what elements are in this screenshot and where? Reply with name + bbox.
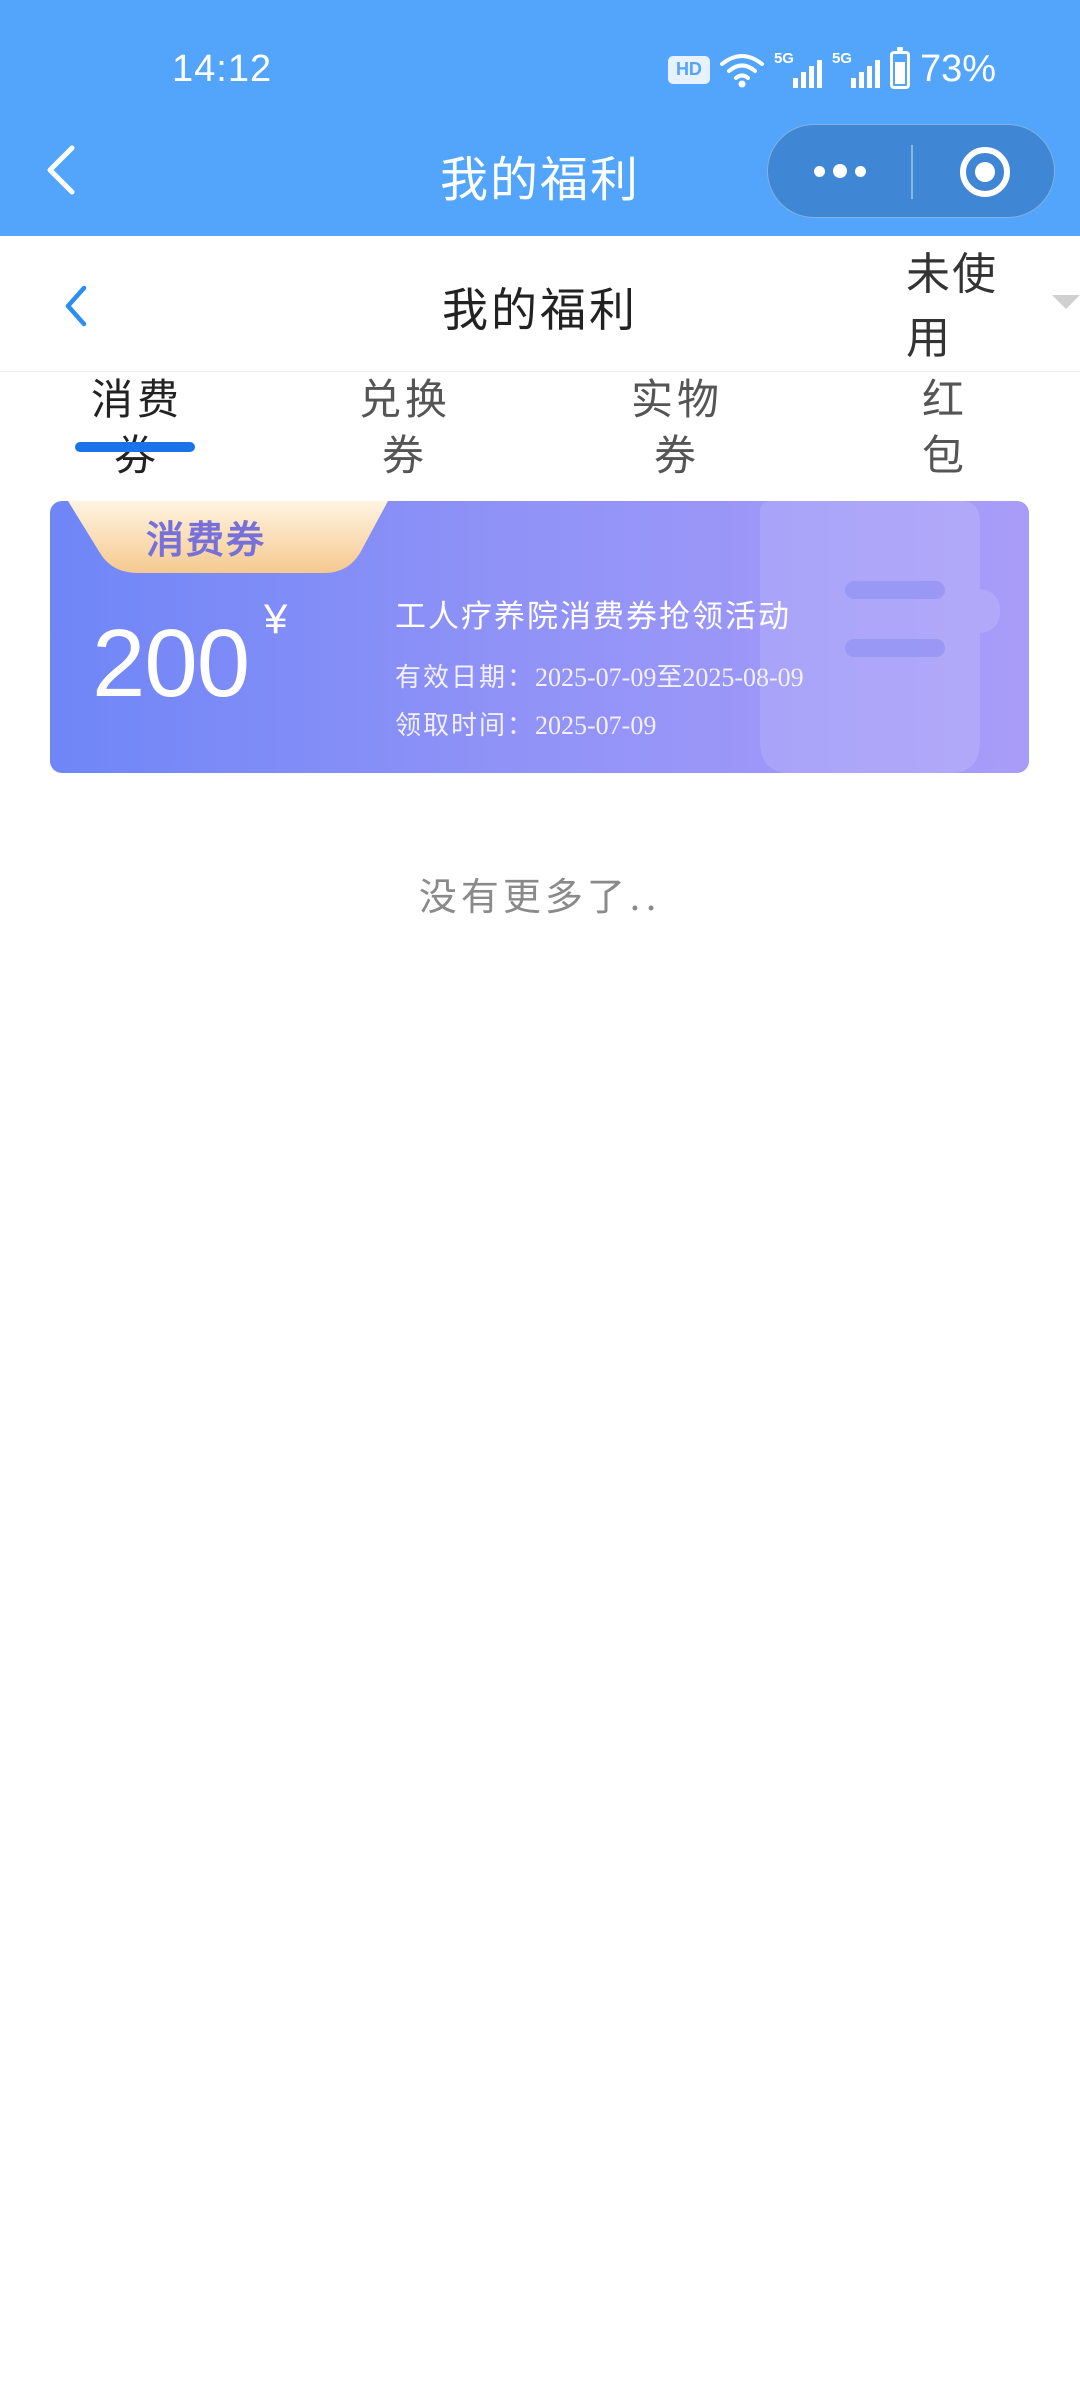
more-button[interactable]	[768, 125, 911, 217]
claim-time: 领取时间：2025-07-09	[395, 705, 656, 742]
tab-physical-coupon[interactable]: 实物券	[612, 372, 742, 480]
mini-program-capsule	[767, 124, 1055, 218]
network-type-label-2: 5G	[831, 49, 852, 67]
claim-time-value: 2025-07-09	[535, 711, 657, 740]
list-end-text: 没有更多了..	[418, 875, 662, 919]
capsule-divider	[911, 145, 913, 199]
status-time: 14:12	[172, 48, 273, 90]
top-bar: 14:12 HD 5G 5G 73% 我的福利	[0, 0, 1080, 236]
wifi-icon	[719, 53, 764, 87]
coupon-amount: 200	[92, 610, 250, 717]
tab-red-packet[interactable]: 红包	[900, 372, 990, 480]
caret-down-icon	[1052, 295, 1080, 309]
cellular-signal-icon: 5G	[774, 50, 822, 90]
claim-time-label: 领取时间：	[395, 711, 536, 741]
valid-period-label: 有效日期：	[395, 663, 536, 693]
status-icons: HD 5G 5G 73%	[667, 46, 996, 91]
network-type-label: 5G	[773, 49, 794, 67]
hd-voice-icon: HD	[667, 55, 710, 84]
page-header: 我的福利 未使用	[0, 236, 1080, 372]
valid-period: 有效日期：2025-07-09至2025-08-09	[395, 657, 804, 694]
tab-exchange-coupon[interactable]: 兑换券	[340, 372, 470, 480]
ticket-watermark-icon	[760, 501, 1000, 773]
target-circle-icon[interactable]	[958, 145, 1012, 199]
more-dots-icon	[813, 165, 825, 177]
cellular-signal-icon-2: 5G	[832, 50, 880, 90]
filter-value: 未使用	[906, 249, 998, 364]
coupon-type-tag: 消费券	[146, 518, 267, 562]
status-filter-dropdown[interactable]: 未使用	[906, 249, 1080, 364]
active-tab-indicator	[75, 442, 195, 452]
battery-percent: 73%	[919, 48, 996, 90]
battery-icon	[889, 46, 910, 89]
coupon-type-tabs: 消费券 兑换券 实物券 红包	[0, 372, 1080, 480]
valid-period-value: 2025-07-09至2025-08-09	[535, 663, 804, 692]
coupon-card[interactable]: 消费券 200 ¥ 工人疗养院消费券抢领活动 有效日期：2025-07-09至2…	[50, 501, 1029, 773]
coupon-name: 工人疗养院消费券抢领活动	[395, 599, 791, 635]
currency-symbol: ¥	[264, 595, 288, 642]
